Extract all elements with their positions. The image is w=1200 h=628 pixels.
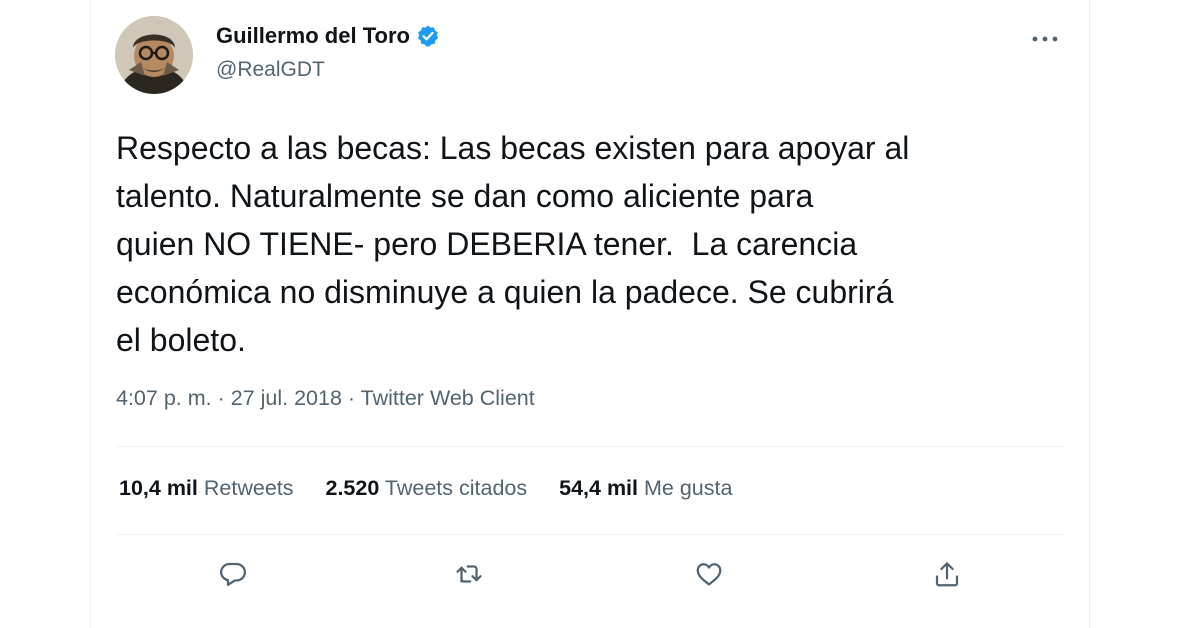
likes-count: 54,4 mil	[559, 476, 639, 500]
tweet-time[interactable]: 4:07 p. m.	[116, 386, 212, 410]
tweet-stats: 10,4 mil Retweets 2.520 Tweets citados 5…	[119, 476, 732, 501]
more-options-button[interactable]	[1027, 24, 1063, 54]
retweet-button[interactable]	[447, 552, 491, 596]
share-button[interactable]	[925, 552, 969, 596]
quote-tweets-label: Tweets citados	[384, 476, 528, 500]
tweet-text-line: Respecto a las becas: Las becas existen …	[116, 130, 910, 166]
verified-badge-icon	[416, 24, 440, 48]
tweet-client[interactable]: Twitter Web Client	[361, 386, 535, 410]
reply-button[interactable]	[211, 552, 255, 596]
retweets-label: Retweets	[203, 476, 294, 500]
tweet-card: Guillermo del Toro @RealGDT Respecto a l…	[90, 0, 1090, 628]
retweets-count: 10,4 mil	[119, 476, 198, 500]
screenshot: Guillermo del Toro @RealGDT Respecto a l…	[0, 0, 1200, 628]
avatar[interactable]	[115, 16, 193, 94]
user-handle[interactable]: @RealGDT	[216, 58, 325, 82]
tweet-actions	[91, 552, 1091, 596]
likes-stat[interactable]: 54,4 mil Me gusta	[559, 476, 732, 501]
meta-separator: ·	[217, 386, 231, 410]
tweet-text: Respecto a las becas: Las becas existen …	[116, 124, 1071, 364]
retweet-icon	[456, 565, 482, 583]
tweet-meta: 4:07 p. m. · 27 jul. 2018 · Twitter Web …	[116, 386, 535, 411]
quote-tweets-count: 2.520	[325, 476, 380, 500]
reply-icon	[220, 562, 246, 586]
like-icon	[696, 563, 722, 586]
quote-tweets-stat[interactable]: 2.520 Tweets citados	[326, 476, 528, 501]
user-name[interactable]: Guillermo del Toro	[216, 23, 410, 49]
share-icon	[935, 562, 959, 587]
meta-separator: ·	[347, 386, 361, 410]
likes-label: Me gusta	[644, 476, 733, 500]
like-button[interactable]	[687, 552, 731, 596]
tweet-text-line: el boleto.	[116, 322, 246, 358]
tweet-text-line: quien NO TIENE- pero DEBERIA tener. La c…	[116, 226, 858, 262]
divider	[116, 534, 1064, 535]
tweet-text-line: económica no disminuye a quien la padece…	[116, 274, 894, 310]
tweet-date[interactable]: 27 jul. 2018	[231, 386, 342, 410]
user-name-row[interactable]: Guillermo del Toro	[216, 23, 440, 49]
tweet-text-line: talento. Naturalmente se dan como alicie…	[116, 178, 814, 214]
retweets-stat[interactable]: 10,4 mil Retweets	[119, 476, 294, 501]
divider	[116, 446, 1064, 447]
more-options-icon	[1032, 36, 1058, 42]
